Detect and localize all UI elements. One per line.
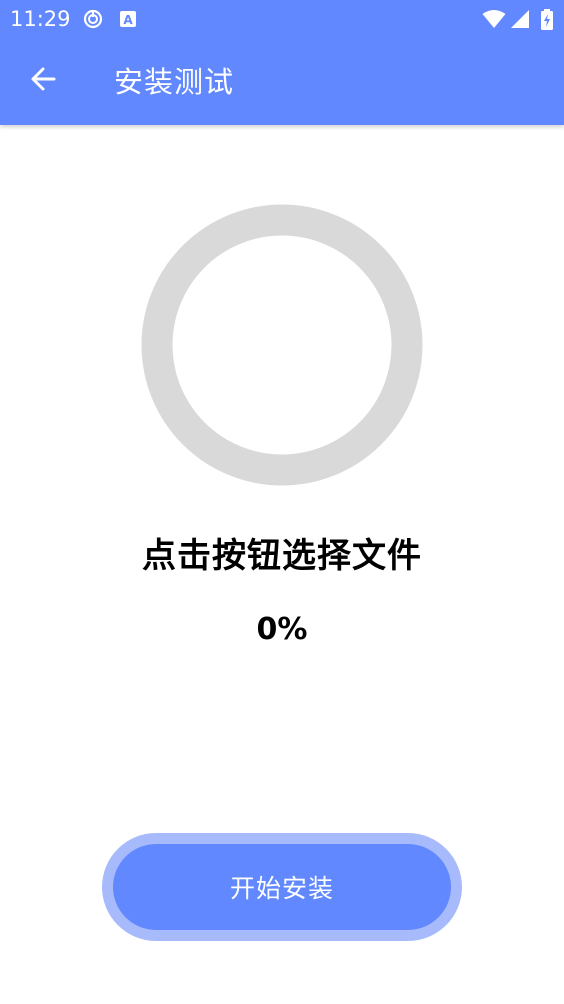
text-a-notification-icon: A — [118, 9, 138, 29]
start-install-button-label: 开始安装 — [113, 844, 451, 930]
progress-ring — [141, 204, 423, 486]
status-time: 11:29 — [10, 7, 71, 31]
progress-percent: 0% — [256, 612, 308, 647]
install-test-screen: 11:29 A 安装测试 点击按钮选择文件 0% 开始安装 — [0, 0, 564, 1004]
sync-notification-icon — [83, 9, 103, 29]
progress-track — [141, 204, 423, 486]
svg-text:A: A — [123, 13, 133, 27]
arrow-left-icon — [29, 65, 57, 97]
top-bar: 11:29 A 安装测试 — [0, 0, 564, 125]
status-bar: 11:29 A — [0, 0, 564, 38]
battery-charging-icon — [540, 9, 554, 30]
back-button[interactable] — [18, 56, 68, 106]
cell-signal-icon — [510, 9, 530, 29]
status-message: 点击按钮选择文件 — [142, 536, 422, 576]
wifi-icon — [482, 9, 506, 29]
start-install-button[interactable]: 开始安装 — [102, 833, 462, 941]
page-title: 安装测试 — [114, 65, 235, 99]
app-bar: 安装测试 — [0, 38, 564, 125]
